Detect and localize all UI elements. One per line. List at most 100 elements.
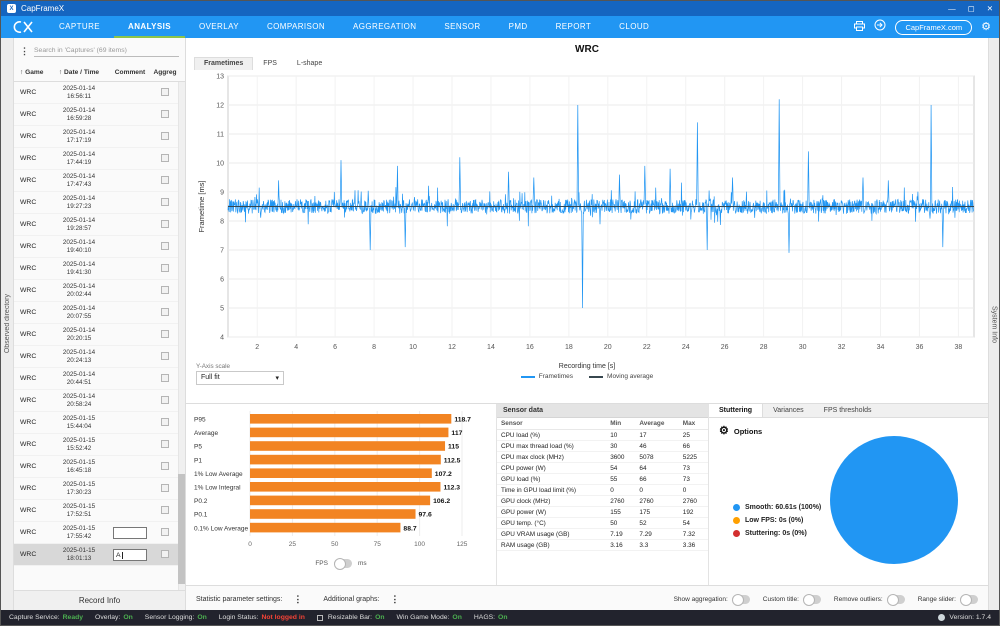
aggregate-checkbox[interactable]: [161, 395, 169, 404]
capture-row[interactable]: WRC 2025-01-15 17:52:51: [14, 500, 185, 522]
aggregate-checkbox[interactable]: [161, 461, 169, 470]
stutter-tab-variances[interactable]: Variances: [763, 404, 814, 417]
scrollbar-thumb[interactable]: [178, 474, 185, 584]
capture-row[interactable]: WRC 2025-01-14 19:41:30: [14, 258, 185, 280]
capture-list-header[interactable]: ↑ Game ↑ Date / Time Comment Aggreg: [14, 64, 185, 82]
capture-row[interactable]: WRC 2025-01-14 16:56:11: [14, 82, 185, 104]
nav-tab-comparison[interactable]: COMPARISON: [253, 16, 339, 38]
nav-tab-overlay[interactable]: OVERLAY: [185, 16, 253, 38]
column-header-game[interactable]: ↑ Game: [14, 69, 50, 76]
aggregate-checkbox[interactable]: [161, 263, 169, 272]
aggregate-checkbox[interactable]: [161, 373, 169, 382]
capture-list-menu-button[interactable]: ⋮: [20, 46, 29, 57]
capture-row[interactable]: WRC 2025-01-15 15:52:42: [14, 434, 185, 456]
capture-row[interactable]: WRC 2025-01-14 20:44:51: [14, 368, 185, 390]
report-print-icon[interactable]: [854, 18, 866, 36]
aggregate-checkbox[interactable]: [161, 439, 169, 448]
nav-tab-sensor[interactable]: SENSOR: [430, 16, 494, 38]
nav-tab-aggregation[interactable]: AGGREGATION: [339, 16, 430, 38]
capture-list-scrollbar[interactable]: [178, 82, 185, 590]
stutter-options[interactable]: ⚙ Options: [709, 418, 988, 437]
minimize-button[interactable]: —: [948, 5, 956, 13]
capture-row[interactable]: WRC 2025-01-14 17:17:19: [14, 126, 185, 148]
capframex-website-button[interactable]: CapFrameX.com: [895, 19, 973, 35]
chart-tab-frametimes[interactable]: Frametimes: [194, 57, 254, 70]
aggregate-checkbox[interactable]: [161, 285, 169, 294]
yaxis-scale-select[interactable]: Full fit ▾: [196, 371, 284, 385]
aggregate-checkbox[interactable]: [161, 505, 169, 514]
nav-tab-capture[interactable]: CAPTURE: [45, 16, 114, 38]
statistic-settings-menu-button[interactable]: ⋮: [288, 594, 307, 605]
sensor-data-header[interactable]: Sensor data: [497, 404, 708, 418]
info-icon[interactable]: [938, 614, 946, 621]
record-info-expander[interactable]: Record Info: [14, 590, 185, 610]
aggregate-checkbox[interactable]: [161, 131, 169, 140]
capture-game-cell: WRC: [20, 353, 37, 360]
nav-tab-analysis[interactable]: ANALYSIS: [114, 16, 185, 38]
frametime-line-chart[interactable]: 456789101112132 4 6 8 10 12 14 16 18 20 22 24 26 28 30…: [194, 71, 980, 363]
aggregate-checkbox[interactable]: [161, 417, 169, 426]
aggregate-checkbox[interactable]: [161, 329, 169, 338]
stutter-tab-fps-thresholds[interactable]: FPS thresholds: [814, 404, 882, 417]
toggle-remove-outliers[interactable]: [886, 593, 905, 606]
capture-row[interactable]: WRC 2025-01-14 19:27:23: [14, 192, 185, 214]
toggle-show-aggregation[interactable]: [731, 593, 750, 606]
comment-input[interactable]: A: [113, 548, 147, 561]
capture-row[interactable]: WRC 2025-01-14 20:02:44: [14, 280, 185, 302]
capture-row[interactable]: WRC 2025-01-14 17:44:19: [14, 148, 185, 170]
capture-row[interactable]: WRC 2025-01-14 19:28:57: [14, 214, 185, 236]
toggle-custom-title[interactable]: [802, 593, 821, 606]
capture-row[interactable]: WRC 2025-01-15 15:44:04: [14, 412, 185, 434]
column-header-date-time[interactable]: ↑ Date / Time: [50, 69, 108, 76]
column-header-aggreg[interactable]: Aggreg: [152, 69, 178, 76]
capture-datetime-cell: 2025-01-14 19:41:30: [62, 260, 96, 276]
additional-graphs-menu-button[interactable]: ⋮: [385, 594, 404, 605]
svg-text:16: 16: [526, 344, 534, 351]
aggregate-checkbox[interactable]: [161, 153, 169, 162]
column-header-comment[interactable]: Comment: [108, 69, 152, 76]
system-info-strip[interactable]: System Info: [988, 38, 999, 610]
legend-line-icon: [589, 375, 604, 378]
capture-row[interactable]: WRC 2025-01-15 17:30:23: [14, 478, 185, 500]
chart-tab-fps[interactable]: FPS: [253, 57, 287, 70]
comment-input[interactable]: [113, 526, 147, 539]
capture-row[interactable]: WRC 2025-01-14 20:58:24: [14, 390, 185, 412]
aggregate-checkbox[interactable]: [161, 109, 169, 118]
close-button[interactable]: ✕: [987, 5, 993, 13]
capture-row[interactable]: WRC 2025-01-14 20:20:15: [14, 324, 185, 346]
aggregate-checkbox[interactable]: [161, 175, 169, 184]
aggregate-checkbox[interactable]: [161, 351, 169, 360]
sensor-row: CPU max thread load (%) 30 46 66: [497, 440, 708, 452]
nav-tab-cloud[interactable]: CLOUD: [605, 16, 663, 38]
legend-dot-icon: [733, 504, 740, 511]
aggregate-checkbox[interactable]: [161, 549, 169, 558]
chart-tab-l-shape[interactable]: L-shape: [287, 57, 332, 70]
app-title: CapFrameX: [21, 4, 65, 13]
settings-gear-icon[interactable]: ⚙: [981, 21, 991, 33]
fps-ms-toggle[interactable]: [333, 558, 352, 570]
capture-row[interactable]: WRC 2025-01-14 20:07:55: [14, 302, 185, 324]
capture-row[interactable]: WRC 2025-01-14 20:24:13: [14, 346, 185, 368]
aggregate-checkbox[interactable]: [161, 307, 169, 316]
aggregate-checkbox[interactable]: [161, 219, 169, 228]
aggregate-checkbox[interactable]: [161, 241, 169, 250]
toggle-range-slider[interactable]: [960, 593, 978, 606]
capture-row[interactable]: WRC 2025-01-14 17:47:43: [14, 170, 185, 192]
aggregate-checkbox[interactable]: [161, 527, 169, 536]
capture-row[interactable]: WRC 2025-01-15 18:01:13 A: [14, 544, 185, 566]
search-input[interactable]: [34, 45, 179, 57]
aggregate-checkbox[interactable]: [161, 87, 169, 96]
capture-row[interactable]: WRC 2025-01-14 16:59:28: [14, 104, 185, 126]
capture-row[interactable]: WRC 2025-01-15 17:55:42: [14, 522, 185, 544]
capture-row[interactable]: WRC 2025-01-14 19:40:10: [14, 236, 185, 258]
svg-text:6: 6: [333, 344, 337, 351]
maximize-button[interactable]: ▢: [968, 5, 975, 13]
stutter-tab-stuttering[interactable]: Stuttering: [709, 404, 764, 417]
nav-tab-pmd[interactable]: PMD: [495, 16, 542, 38]
observed-directory-strip[interactable]: Observed directory: [1, 38, 14, 610]
aggregate-checkbox[interactable]: [161, 483, 169, 492]
aggregate-checkbox[interactable]: [161, 197, 169, 206]
login-icon[interactable]: [874, 18, 886, 36]
capture-row[interactable]: WRC 2025-01-15 16:45:18: [14, 456, 185, 478]
nav-tab-report[interactable]: REPORT: [542, 16, 606, 38]
